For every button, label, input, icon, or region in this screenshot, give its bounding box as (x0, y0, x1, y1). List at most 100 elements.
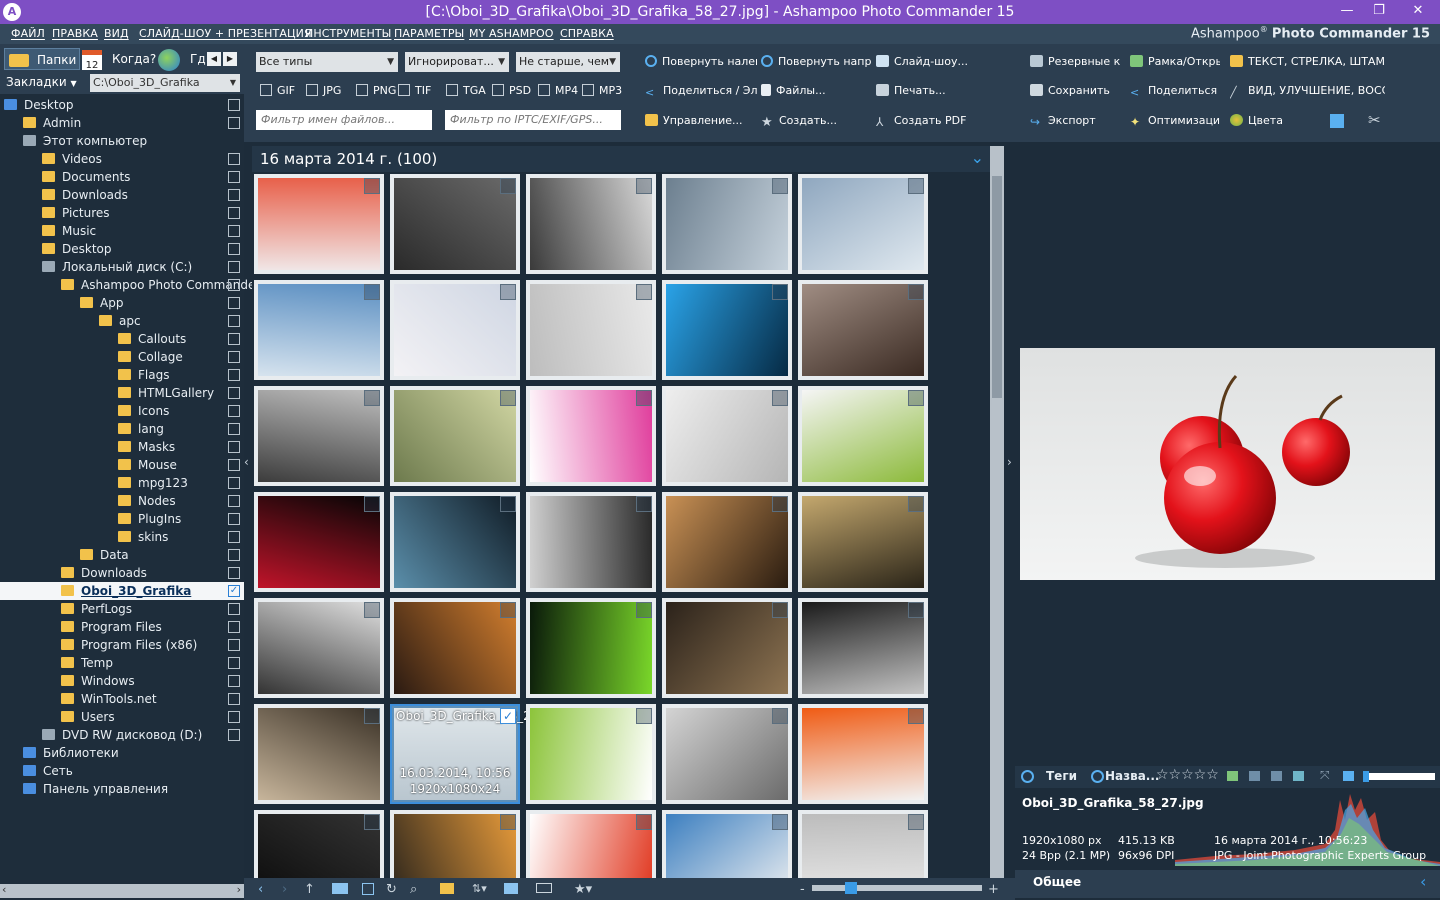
thumbnail[interactable] (798, 810, 928, 878)
thumbnail[interactable] (662, 598, 792, 698)
tab-scroll-right-icon[interactable]: ▶ (223, 52, 237, 66)
manage-button[interactable]: Управление... (645, 112, 757, 130)
tree-node[interactable]: Admin (0, 114, 244, 132)
thumbnail-checkbox[interactable]: ✓ (500, 708, 516, 724)
screen-icon[interactable] (332, 883, 348, 894)
thumbnail-checkbox[interactable] (772, 284, 788, 300)
thumbnail-checkbox[interactable] (636, 496, 652, 512)
tree-node-checkbox[interactable] (228, 279, 240, 291)
tree-node[interactable]: Masks (0, 438, 244, 456)
thumbnail[interactable] (254, 280, 384, 380)
tree-node[interactable]: Collage (0, 348, 244, 366)
tag-icon-5[interactable] (1343, 771, 1354, 781)
thumbnail-checkbox[interactable] (364, 284, 380, 300)
view-improve-button[interactable]: ╱ ВИД, УЛУЧШЕНИЕ, ВОССТАНОВЛЕНИЕ (1230, 82, 1385, 100)
thumbnail-checkbox[interactable] (500, 178, 516, 194)
thumbnail-checkbox[interactable] (364, 390, 380, 406)
thumbnail-checkbox[interactable] (772, 178, 788, 194)
tree-node[interactable]: Mouse (0, 456, 244, 474)
thumbnail-checkbox[interactable] (772, 390, 788, 406)
colors-button[interactable]: Цвета (1230, 112, 1320, 130)
tree-node[interactable]: WinTools.net (0, 690, 244, 708)
tree-node[interactable]: Oboi_3D_Grafika ✓ (0, 582, 244, 600)
menu-tools[interactable]: ИНСТРУМЕНТЫ (305, 27, 391, 40)
tab-scroll-left-icon[interactable]: ◀ (207, 52, 221, 66)
export-button[interactable]: ↪ Экспорт (1030, 112, 1120, 130)
tree-node-checkbox[interactable] (228, 333, 240, 345)
select-icon[interactable] (362, 883, 374, 895)
ignore-combo[interactable]: Игнорироват... ▼ (405, 52, 509, 72)
thumbnail[interactable] (254, 386, 384, 486)
thumbnail[interactable] (662, 386, 792, 486)
frame-button[interactable]: Рамка/Открытка (1130, 53, 1220, 71)
tree-node-checkbox[interactable] (228, 189, 240, 201)
tree-node-checkbox[interactable] (228, 171, 240, 183)
tree-node[interactable]: Windows (0, 672, 244, 690)
zoom-out-button[interactable]: - (800, 882, 805, 897)
group-header[interactable]: 16 марта 2014 г. (100) ⌄ (252, 146, 990, 172)
type-combo[interactable]: Все типы ▼ (256, 52, 398, 72)
tree-node-checkbox[interactable] (228, 441, 240, 453)
tree-node[interactable]: Music (0, 222, 244, 240)
thumbnail[interactable]: Oboi_3D_Grafika_58_27.jpg 16.03.2014, 10:… (390, 704, 561, 804)
slideshow-button[interactable]: Слайд-шоу... (876, 53, 986, 71)
thumbnail-checkbox[interactable] (636, 602, 652, 618)
thumbnail[interactable] (390, 386, 520, 486)
text-arrow-button[interactable]: ТЕКСТ, СТРЕЛКА, ШТАМП, (1230, 53, 1385, 71)
thumbnail-checkbox[interactable] (636, 708, 652, 724)
tab-name[interactable]: Назва... (1105, 769, 1159, 783)
thumbnail[interactable] (662, 280, 792, 380)
thumbnail-checkbox[interactable] (772, 708, 788, 724)
thumbnail-checkbox[interactable] (636, 390, 652, 406)
thumbnail-checkbox[interactable] (636, 178, 652, 194)
tag-icon-1[interactable] (1227, 771, 1238, 781)
thumbnail-checkbox[interactable] (364, 814, 380, 830)
preview-zoom-slider[interactable] (1363, 771, 1435, 782)
tree-node-checkbox[interactable] (228, 675, 240, 687)
tree-node[interactable]: HTMLGallery (0, 384, 244, 402)
tree-node[interactable]: Users (0, 708, 244, 726)
tree-node[interactable]: Flags (0, 366, 244, 384)
fullscreen-icon[interactable] (1330, 114, 1344, 128)
tree-node[interactable]: Библиотеки (0, 744, 244, 762)
share-email-button[interactable]: < Поделиться / Эл. (645, 82, 757, 100)
tag-icon-4[interactable] (1293, 771, 1304, 781)
thumbnail-checkbox[interactable] (364, 708, 380, 724)
filetype-checkbox[interactable]: PNG (356, 84, 396, 97)
thumbnail[interactable] (254, 704, 384, 804)
tree-node-checkbox[interactable] (228, 387, 240, 399)
tree-node-checkbox[interactable] (228, 243, 240, 255)
tree-node[interactable]: Локальный диск (C:) (0, 258, 244, 276)
tree-node[interactable]: Temp (0, 654, 244, 672)
filetype-checkbox[interactable]: TIF (398, 84, 431, 97)
thumbnail-checkbox[interactable] (500, 602, 516, 618)
tree-node-checkbox[interactable] (228, 639, 240, 651)
tree-node[interactable]: Callouts (0, 330, 244, 348)
menu-my-ashampoo[interactable]: MY ASHAMPOO (469, 27, 554, 40)
thumbnail[interactable] (798, 704, 928, 804)
rotate-right-button[interactable]: Повернуть направо (761, 53, 871, 71)
search-icon[interactable]: ⌕ (410, 882, 417, 897)
thumbnail[interactable] (254, 174, 384, 274)
image-preview[interactable] (1020, 348, 1435, 580)
menu-slideshow[interactable]: СЛАЙД-ШОУ + ПРЕЗЕНТАЦИЯ (139, 27, 312, 40)
iptc-filter-input[interactable]: Фильтр по IPTC/EXIF/GPS... (445, 110, 621, 130)
collapse-right-pane-icon[interactable]: › (1007, 455, 1012, 469)
tree-node-checkbox[interactable] (228, 531, 240, 543)
thumbnail-checkbox[interactable] (908, 390, 924, 406)
favorites-star-icon[interactable]: ★▾ (574, 882, 592, 897)
thumbnail[interactable] (390, 492, 520, 592)
tree-node[interactable]: Pictures (0, 204, 244, 222)
tree-node-checkbox[interactable] (228, 729, 240, 741)
tree-node[interactable]: Program Files (x86) (0, 636, 244, 654)
thumbnail[interactable] (526, 810, 656, 878)
folder-new-icon[interactable] (440, 883, 454, 894)
up-icon[interactable]: ↑ (304, 882, 315, 897)
tree-node-checkbox[interactable] (228, 603, 240, 615)
menu-view[interactable]: ВИД (104, 27, 129, 40)
tree-node[interactable]: skins (0, 528, 244, 546)
tab-when[interactable]: 12 Когда? (82, 48, 156, 71)
path-combo[interactable]: C:\Oboi_3D_Grafika ▼ (90, 74, 240, 92)
thumbnail-checkbox[interactable] (364, 496, 380, 512)
thumbnail-checkbox[interactable] (908, 496, 924, 512)
